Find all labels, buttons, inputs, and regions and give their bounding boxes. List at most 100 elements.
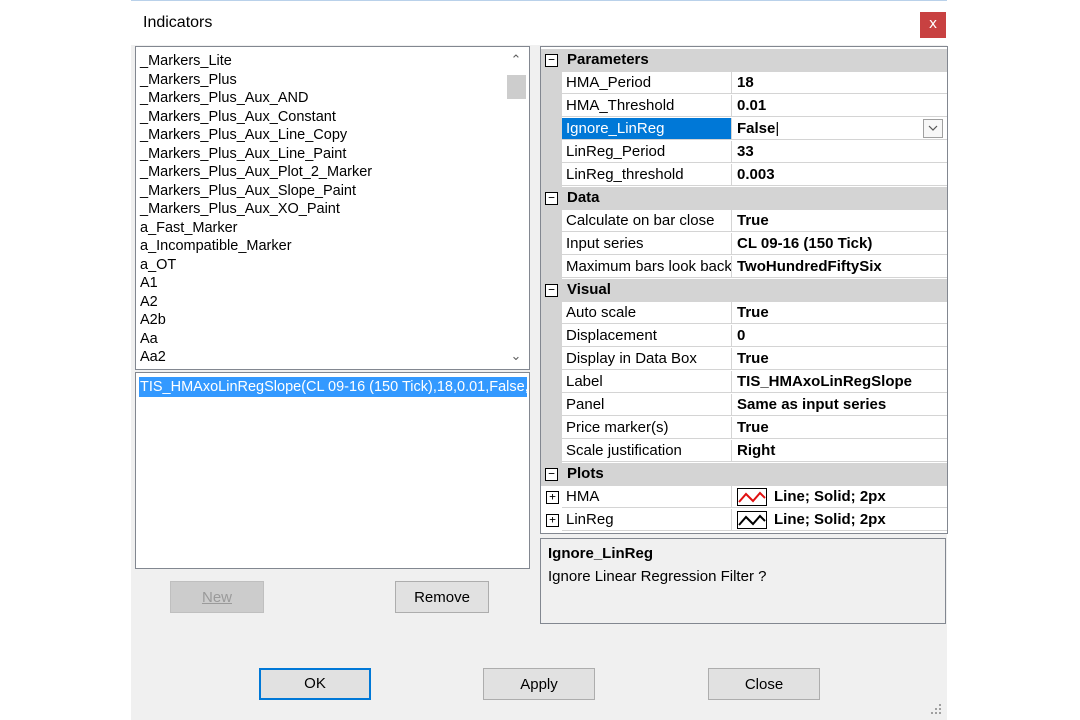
line-swatch-icon — [737, 511, 767, 529]
row-margin — [541, 95, 562, 118]
property-value[interactable]: 0 — [732, 325, 947, 347]
property-value-editor[interactable]: False| — [732, 118, 947, 140]
row-margin — [541, 141, 562, 164]
list-item[interactable]: Aa — [140, 330, 158, 348]
category-plots[interactable]: − Plots — [541, 463, 947, 486]
property-name: LinReg — [562, 509, 732, 531]
property-row[interactable]: HMA_Period 18 — [541, 72, 947, 95]
indicator-list[interactable]: _Markers_Lite _Markers_Plus _Markers_Plu… — [135, 46, 530, 370]
line-swatch-icon — [737, 488, 767, 506]
list-item[interactable]: a_Fast_Marker — [140, 219, 238, 237]
collapse-icon[interactable]: − — [545, 192, 558, 205]
property-value[interactable]: 0.01 — [732, 95, 947, 117]
property-value[interactable]: 18 — [732, 72, 947, 94]
scroll-up-icon[interactable]: ⌃ — [504, 47, 528, 73]
property-value[interactable]: True — [732, 348, 947, 370]
property-value[interactable]: TwoHundredFiftySix — [732, 256, 947, 278]
property-row[interactable]: Price marker(s) True — [541, 417, 947, 440]
list-item[interactable]: a_OT — [140, 256, 176, 274]
category-label: Plots — [567, 465, 604, 482]
property-name: Input series — [562, 233, 732, 255]
list-item[interactable]: Aa2 — [140, 348, 166, 366]
list-item[interactable]: _Markers_Lite — [140, 52, 232, 70]
list-item[interactable]: _Markers_Plus_Aux_XO_Paint — [140, 200, 340, 218]
list-item[interactable]: A1 — [140, 274, 158, 292]
property-value[interactable]: CL 09-16 (150 Tick) — [732, 233, 947, 255]
list-item[interactable]: A2b — [140, 311, 166, 329]
list-item[interactable]: _Markers_Plus — [140, 71, 237, 89]
property-row[interactable]: HMA_Threshold 0.01 — [541, 95, 947, 118]
list-item[interactable]: _Markers_Plus_Aux_Plot_2_Marker — [140, 163, 372, 181]
category-label: Data — [567, 189, 600, 206]
property-name: Calculate on bar close — [562, 210, 732, 232]
list-item[interactable]: _Markers_Plus_Aux_Line_Paint — [140, 145, 346, 163]
new-button[interactable]: New — [170, 581, 264, 613]
property-value[interactable]: Same as input series — [732, 394, 947, 416]
property-row[interactable]: Auto scale True — [541, 302, 947, 325]
list-item[interactable]: a_Incompatible_Marker — [140, 237, 292, 255]
dropdown-button[interactable] — [923, 119, 943, 138]
close-button[interactable]: Close — [708, 668, 820, 700]
category-parameters[interactable]: − Parameters — [541, 49, 947, 72]
resize-grip-icon[interactable] — [929, 702, 943, 716]
property-row[interactable]: Panel Same as input series — [541, 394, 947, 417]
scroll-down-icon[interactable]: ⌄ — [504, 343, 528, 369]
list-item[interactable]: A2 — [140, 293, 158, 311]
property-row[interactable]: + LinReg Line; Solid; 2px — [541, 509, 947, 532]
scroll-thumb[interactable] — [507, 75, 526, 99]
row-margin — [541, 371, 562, 394]
property-row[interactable]: Scale justification Right — [541, 440, 947, 463]
property-value[interactable]: Right — [732, 440, 947, 462]
ok-button[interactable]: OK — [259, 668, 371, 700]
row-margin — [541, 118, 562, 141]
property-value[interactable]: TIS_HMAxoLinRegSlope — [732, 371, 947, 393]
property-value[interactable]: 0.003 — [732, 164, 947, 186]
property-row[interactable]: LinReg_Period 33 — [541, 141, 947, 164]
list-scrollbar[interactable]: ⌃ ⌄ — [504, 47, 528, 369]
expand-icon[interactable]: + — [546, 491, 559, 504]
row-margin — [541, 348, 562, 371]
property-row[interactable]: Label TIS_HMAxoLinRegSlope — [541, 371, 947, 394]
row-margin — [541, 302, 562, 325]
property-row[interactable]: Calculate on bar close True — [541, 210, 947, 233]
chevron-down-icon — [928, 125, 938, 131]
category-data[interactable]: − Data — [541, 187, 947, 210]
property-name: LinReg_Period — [562, 141, 732, 163]
property-row[interactable]: Displacement 0 — [541, 325, 947, 348]
apply-button[interactable]: Apply — [483, 668, 595, 700]
property-value[interactable]: True — [732, 417, 947, 439]
collapse-icon[interactable]: − — [545, 468, 558, 481]
selected-indicator-item[interactable]: TIS_HMAxoLinRegSlope(CL 09-16 (150 Tick)… — [139, 377, 527, 397]
property-row[interactable]: Display in Data Box True — [541, 348, 947, 371]
property-row[interactable]: Input series CL 09-16 (150 Tick) — [541, 233, 947, 256]
expand-icon[interactable]: + — [546, 514, 559, 527]
plot-style-value[interactable]: Line; Solid; 2px — [732, 486, 947, 508]
collapse-icon[interactable]: − — [545, 284, 558, 297]
text-cursor: | — [775, 120, 780, 137]
property-row-selected[interactable]: Ignore_LinReg False| — [541, 118, 947, 141]
remove-button[interactable]: Remove — [395, 581, 489, 613]
property-row[interactable]: + HMA Line; Solid; 2px — [541, 486, 947, 509]
property-grid: − Parameters HMA_Period 18 HMA_Threshold… — [540, 46, 948, 534]
property-row[interactable]: Maximum bars look back TwoHundredFiftySi… — [541, 256, 947, 279]
selected-indicators-list[interactable]: TIS_HMAxoLinRegSlope(CL 09-16 (150 Tick)… — [135, 372, 530, 569]
list-item[interactable]: _Markers_Plus_Aux_Slope_Paint — [140, 182, 356, 200]
property-value[interactable]: True — [732, 210, 947, 232]
new-button-label: New — [201, 589, 232, 606]
property-value: False — [737, 120, 776, 137]
close-icon[interactable]: x — [920, 12, 946, 38]
category-visual[interactable]: − Visual — [541, 279, 947, 302]
property-row[interactable]: LinReg_threshold 0.003 — [541, 164, 947, 187]
property-name: HMA — [562, 486, 732, 508]
list-item[interactable]: _Markers_Plus_Aux_Line_Copy — [140, 126, 347, 144]
list-item[interactable]: _Markers_Plus_Aux_AND — [140, 89, 308, 107]
list-item[interactable]: _Markers_Plus_Aux_Constant — [140, 108, 336, 126]
category-label: Parameters — [567, 51, 649, 68]
collapse-icon[interactable]: − — [545, 54, 558, 67]
property-value[interactable]: 33 — [732, 141, 947, 163]
property-value[interactable]: True — [732, 302, 947, 324]
row-margin — [541, 417, 562, 440]
property-name: LinReg_threshold — [562, 164, 732, 186]
plot-style-value[interactable]: Line; Solid; 2px — [732, 509, 947, 531]
plot-style-text: Line; Solid; 2px — [774, 488, 886, 505]
